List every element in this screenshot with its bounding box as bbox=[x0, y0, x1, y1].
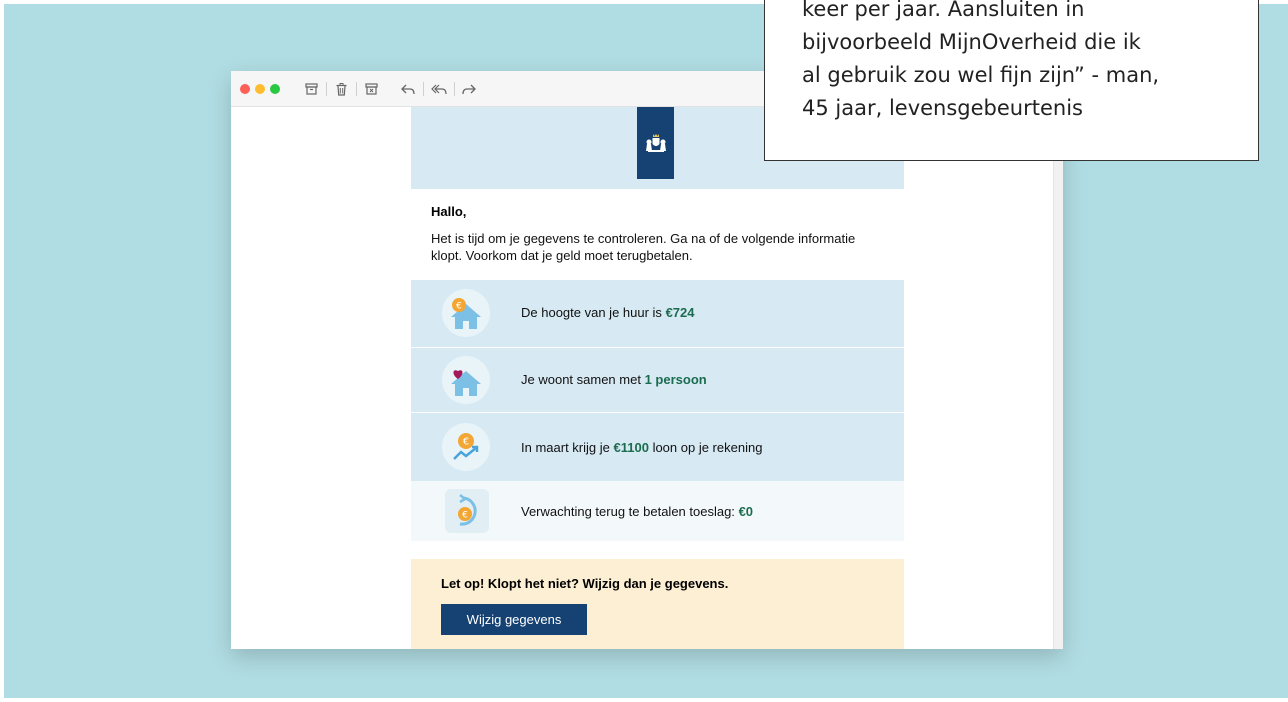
income-label: In maart krijg je bbox=[521, 440, 610, 455]
household-label: Je woont samen met bbox=[521, 372, 641, 387]
zoom-window-button[interactable] bbox=[270, 84, 280, 94]
reply-icon[interactable] bbox=[399, 80, 417, 98]
info-row-income: € In maart krijg je €1100 loon op je rek… bbox=[411, 413, 904, 481]
notice-title: Let op! Klopt het niet? Wijzig dan je ge… bbox=[441, 576, 729, 591]
toolbar-divider bbox=[454, 82, 455, 96]
repayment-label: Verwachting terug te betalen toeslag: bbox=[521, 504, 735, 519]
info-row-repayment: € Verwachting terug te betalen toeslag: … bbox=[411, 481, 904, 541]
toolbar-divider bbox=[423, 82, 424, 96]
coin-growth-icon: € bbox=[442, 423, 490, 471]
rijksoverheid-logo bbox=[637, 107, 674, 179]
reply-all-icon[interactable] bbox=[430, 80, 448, 98]
email-greeting: Hallo, bbox=[431, 204, 467, 219]
info-row-household: Je woont samen met 1 persoon bbox=[411, 348, 904, 412]
quote-callout: keer per jaar. Aansluiten in bijvoorbeel… bbox=[764, 0, 1259, 161]
income-suffix: loon op je rekening bbox=[652, 440, 763, 455]
trash-icon[interactable] bbox=[332, 80, 350, 98]
house-heart-icon bbox=[442, 356, 490, 404]
rent-label: De hoogte van je huur is bbox=[521, 305, 662, 320]
junk-icon[interactable] bbox=[362, 80, 380, 98]
toolbar-divider bbox=[356, 82, 357, 96]
coat-of-arms-icon bbox=[645, 134, 666, 152]
scrollbar[interactable] bbox=[1053, 107, 1063, 649]
coin-return-icon: € bbox=[445, 489, 489, 533]
info-row-household-text: Je woont samen met 1 persoon bbox=[521, 372, 707, 387]
repayment-value: €0 bbox=[738, 504, 754, 519]
svg-text:€: € bbox=[462, 511, 468, 521]
minimize-window-button[interactable] bbox=[255, 84, 265, 94]
close-window-button[interactable] bbox=[240, 84, 250, 94]
house-euro-icon: € bbox=[442, 289, 490, 337]
income-value: €1100 bbox=[613, 440, 649, 455]
email-body: Hallo, Het is tijd om je gegevens te con… bbox=[411, 107, 904, 649]
warning-notice: Let op! Klopt het niet? Wijzig dan je ge… bbox=[411, 559, 904, 649]
forward-icon[interactable] bbox=[460, 80, 478, 98]
household-value: 1 persoon bbox=[644, 372, 707, 387]
email-intro: Het is tijd om je gegevens te controlere… bbox=[431, 231, 856, 263]
info-row-rent: € De hoogte van je huur is €724 bbox=[411, 280, 904, 347]
svg-text:€: € bbox=[463, 437, 469, 448]
info-row-income-text: In maart krijg je €1100 loon op je reken… bbox=[521, 440, 762, 455]
info-row-rent-text: De hoogte van je huur is €724 bbox=[521, 305, 694, 320]
toolbar-divider bbox=[326, 82, 327, 96]
info-row-repayment-text: Verwachting terug te betalen toeslag: €0 bbox=[521, 504, 753, 519]
quote-text: keer per jaar. Aansluiten in bijvoorbeel… bbox=[802, 0, 1160, 120]
change-details-button[interactable]: Wijzig gegevens bbox=[441, 604, 587, 635]
svg-text:€: € bbox=[456, 302, 462, 312]
archive-icon[interactable] bbox=[302, 80, 320, 98]
rent-value: €724 bbox=[665, 305, 695, 320]
